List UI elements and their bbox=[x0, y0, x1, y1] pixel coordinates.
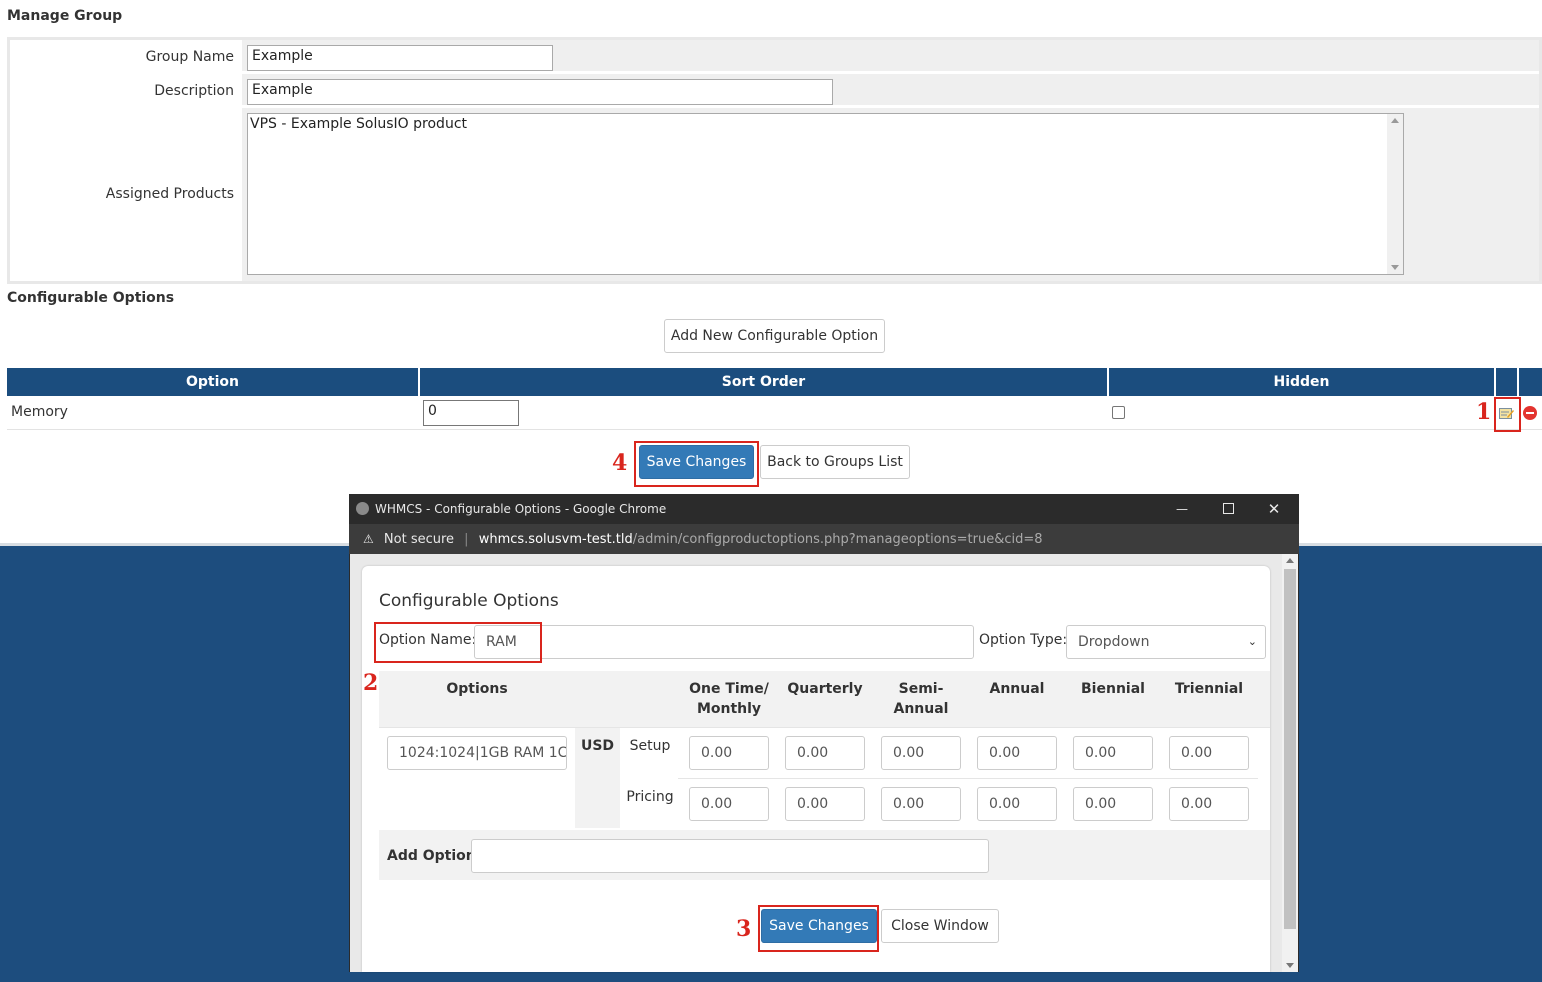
option-value-input[interactable]: 1024:1024|1GB RAM 1C bbox=[387, 736, 567, 770]
description-row: Description Example bbox=[10, 74, 1539, 108]
option-type-select[interactable]: Dropdown ⌄ bbox=[1066, 625, 1266, 659]
hidden-checkbox[interactable] bbox=[1112, 406, 1125, 419]
popup-window-title: WHMCS - Configurable Options - Google Ch… bbox=[375, 502, 667, 516]
pricing-price-quarterly[interactable]: 0.00 bbox=[785, 787, 865, 821]
currency-label: USD bbox=[580, 738, 615, 754]
popup-address-bar[interactable]: ⚠ Not secure | whmcs.solusvm-test.tld/ad… bbox=[349, 524, 1299, 554]
setup-pricing-divider bbox=[678, 778, 1258, 779]
setup-price-annual[interactable]: 0.00 bbox=[977, 736, 1057, 770]
add-configurable-option-button[interactable]: Add New Configurable Option bbox=[664, 319, 885, 353]
scrollbar-thumb[interactable] bbox=[1284, 569, 1296, 929]
configurable-options-title: Configurable Options bbox=[7, 290, 175, 306]
pricing-price-triennial[interactable]: 0.00 bbox=[1169, 787, 1249, 821]
annotation-box-3 bbox=[758, 905, 879, 952]
column-header-sort-order: Sort Order bbox=[420, 368, 1107, 396]
globe-icon bbox=[356, 502, 369, 515]
chevron-down-icon: ⌄ bbox=[1247, 635, 1257, 648]
assigned-products-label: Assigned Products bbox=[10, 108, 242, 281]
pricing-label: Pricing bbox=[626, 789, 674, 805]
annotation-box-1 bbox=[1494, 397, 1521, 432]
period-header-monthly: One Time/ Monthly bbox=[689, 681, 769, 717]
pricing-price-monthly[interactable]: 0.00 bbox=[689, 787, 769, 821]
scroll-down-icon[interactable] bbox=[1286, 963, 1294, 968]
annotation-marker-3: 3 bbox=[736, 916, 752, 942]
pricing-price-semiannual[interactable]: 0.00 bbox=[881, 787, 961, 821]
assigned-product-item[interactable]: VPS - Example SolusIO product bbox=[250, 116, 1401, 132]
security-label: Not secure bbox=[383, 532, 455, 547]
popup-heading: Configurable Options bbox=[379, 591, 559, 611]
url-host: whmcs.solusvm-test.tld bbox=[478, 532, 633, 547]
period-header-biennial: Biennial bbox=[1081, 681, 1145, 697]
back-to-groups-button[interactable]: Back to Groups List bbox=[760, 445, 910, 479]
group-name-input[interactable]: Example bbox=[247, 45, 553, 71]
setup-price-biennial[interactable]: 0.00 bbox=[1073, 736, 1153, 770]
option-type-value: Dropdown bbox=[1078, 634, 1150, 650]
pricing-price-biennial[interactable]: 0.00 bbox=[1073, 787, 1153, 821]
setup-price-semiannual[interactable]: 0.00 bbox=[881, 736, 961, 770]
annotation-box-4 bbox=[634, 441, 759, 487]
table-row-divider bbox=[7, 429, 1542, 430]
warning-icon: ⚠ bbox=[363, 532, 374, 546]
option-type-label: Option Type: bbox=[979, 632, 1068, 648]
option-name-cell: Memory bbox=[11, 404, 68, 420]
column-header-option: Option bbox=[7, 368, 418, 396]
column-header-delete bbox=[1519, 368, 1542, 396]
period-header-triennial: Triennial bbox=[1174, 681, 1244, 697]
options-column-header: Options bbox=[446, 681, 508, 697]
assigned-products-row: Assigned Products VPS - Example SolusIO … bbox=[10, 108, 1539, 281]
manage-group-form: Group Name Example Description Example A… bbox=[7, 37, 1542, 284]
annotation-marker-4: 4 bbox=[612, 450, 628, 476]
close-icon[interactable]: ✕ bbox=[1267, 494, 1281, 524]
description-label: Description bbox=[10, 74, 242, 105]
column-header-hidden: Hidden bbox=[1109, 368, 1494, 396]
popup-title-bar: WHMCS - Configurable Options - Google Ch… bbox=[349, 494, 1299, 524]
description-input[interactable]: Example bbox=[247, 79, 833, 105]
period-header-semiannual: Semi- Annual bbox=[893, 681, 949, 717]
add-option-label: Add Option: bbox=[387, 848, 482, 864]
address-divider: | bbox=[464, 532, 469, 547]
sort-order-input[interactable]: 0 bbox=[423, 400, 519, 426]
scroll-up-icon[interactable] bbox=[1391, 118, 1399, 123]
add-option-input[interactable] bbox=[471, 839, 989, 873]
minus-icon bbox=[1526, 412, 1534, 414]
listbox-scrollbar[interactable] bbox=[1387, 114, 1403, 274]
close-window-button[interactable]: Close Window bbox=[881, 909, 999, 943]
scroll-down-icon[interactable] bbox=[1391, 265, 1399, 270]
assigned-products-listbox[interactable]: VPS - Example SolusIO product bbox=[247, 113, 1404, 275]
manage-group-title: Manage Group bbox=[7, 8, 123, 24]
setup-price-triennial[interactable]: 0.00 bbox=[1169, 736, 1249, 770]
url-path: /admin/configproductoptions.php?manageop… bbox=[632, 532, 1043, 547]
group-name-row: Group Name Example bbox=[10, 40, 1539, 74]
option-name-input[interactable]: RAM bbox=[474, 625, 974, 659]
setup-price-monthly[interactable]: 0.00 bbox=[689, 736, 769, 770]
setup-label: Setup bbox=[629, 738, 671, 754]
setup-price-quarterly[interactable]: 0.00 bbox=[785, 736, 865, 770]
pricing-divider bbox=[379, 727, 1270, 728]
scroll-up-icon[interactable] bbox=[1286, 558, 1294, 563]
annotation-marker-2: 2 bbox=[363, 670, 379, 696]
annotation-box-2 bbox=[374, 622, 542, 663]
pricing-price-annual[interactable]: 0.00 bbox=[977, 787, 1057, 821]
configurable-options-popup-window: WHMCS - Configurable Options - Google Ch… bbox=[349, 494, 1299, 972]
period-header-quarterly: Quarterly bbox=[787, 681, 863, 697]
delete-icon[interactable] bbox=[1523, 406, 1537, 420]
column-header-edit bbox=[1496, 368, 1517, 396]
period-header-annual: Annual bbox=[989, 681, 1045, 697]
group-name-label: Group Name bbox=[10, 40, 242, 71]
popup-scrollbar[interactable] bbox=[1282, 554, 1298, 972]
minimize-icon[interactable]: — bbox=[1175, 494, 1189, 524]
annotation-marker-1: 1 bbox=[1476, 399, 1492, 425]
maximize-icon[interactable] bbox=[1223, 503, 1234, 514]
